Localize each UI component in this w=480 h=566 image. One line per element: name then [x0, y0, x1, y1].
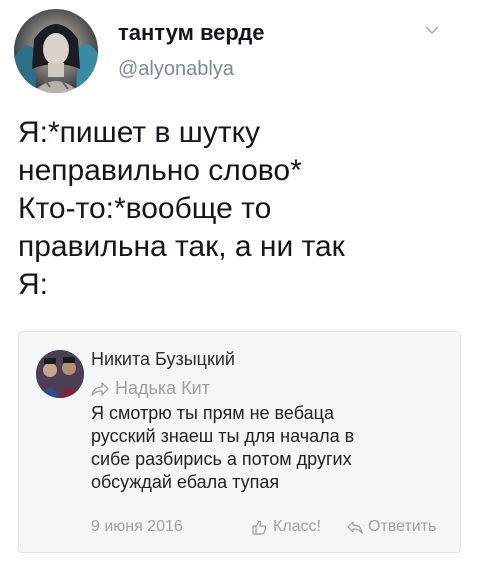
display-name[interactable]: тантум верде: [118, 20, 265, 46]
like-label: Класс!: [273, 518, 321, 535]
profile-avatar[interactable]: [14, 9, 98, 93]
tweet-line: неправильно слово*: [18, 154, 302, 187]
comment-author[interactable]: Никита Бузыцкий: [91, 349, 235, 370]
comment-line: Я смотрю ты прям не вебаца: [91, 403, 334, 423]
commenter-photo: [36, 350, 84, 398]
tweet-line: Я:*пишет в шутку: [18, 116, 261, 149]
tweet-line: Кто-то:*вообще то: [18, 192, 272, 225]
comment-text: Я смотрю ты прям не вебаца русский знаеш…: [91, 402, 446, 494]
comment-footer: 9 июня 2016 Класс! Ответить: [91, 518, 451, 540]
tweet-line: Я:: [18, 268, 48, 301]
commenter-avatar[interactable]: [36, 350, 84, 398]
reply-to-name: Надька Кит: [115, 378, 210, 398]
user-handle[interactable]: @alyonablya: [118, 58, 234, 81]
tweet-line: правильна так, а ни так: [18, 230, 345, 263]
tweet-text: Я:*пишет в шутку неправильно слово* Кто-…: [18, 114, 468, 304]
reply-to[interactable]: Надька Кит: [91, 378, 210, 399]
comment-line: сибе разбирись а потом других: [91, 449, 352, 469]
thumbs-up-icon: [252, 520, 267, 535]
answer-button[interactable]: Ответить: [347, 518, 436, 536]
reply-arrow-icon: [91, 381, 109, 396]
comment-date: 9 июня 2016: [91, 518, 183, 535]
chevron-down-icon[interactable]: [424, 22, 440, 38]
reply-icon: [347, 521, 363, 534]
like-button[interactable]: Класс!: [251, 518, 321, 536]
comment-line: русский знаеш ты для начала в: [91, 426, 355, 446]
comment-line: обсуждай ебала тупая: [91, 472, 280, 492]
answer-label: Ответить: [368, 518, 437, 535]
avatar-photo: [14, 24, 98, 93]
embedded-comment-card: Никита Бузыцкий Надька Кит Я смотрю ты п…: [18, 331, 461, 553]
